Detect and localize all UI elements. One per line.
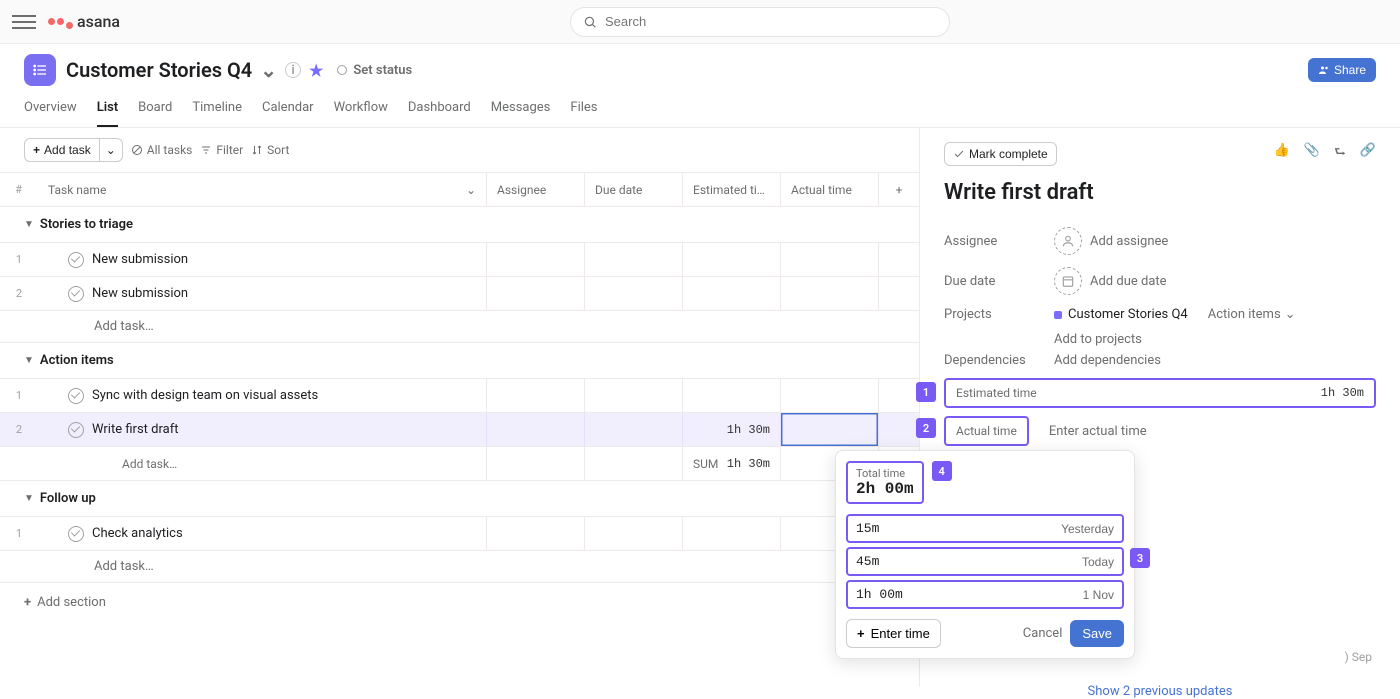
enter-actual-time-button[interactable]: Enter actual time	[1049, 424, 1147, 439]
share-button[interactable]: Share	[1308, 58, 1376, 82]
global-search[interactable]	[570, 7, 950, 37]
asana-logo[interactable]: asana	[48, 12, 120, 31]
complete-toggle-icon[interactable]	[68, 252, 84, 268]
annotation-3: 3	[1130, 548, 1150, 568]
project-section-dropdown[interactable]: Action items⌄	[1208, 307, 1296, 322]
tab-workflow[interactable]: Workflow	[334, 94, 388, 127]
caret-down-icon: ▼	[24, 219, 34, 230]
time-entry-popover: Total time 2h 00m 4 15m Yesterday 45m To…	[835, 450, 1135, 659]
project-icon	[24, 54, 56, 86]
menu-button[interactable]	[12, 10, 36, 34]
attachment-icon[interactable]: 📎	[1304, 143, 1320, 165]
estimated-time-field[interactable]: Estimated time 1h 30m	[944, 378, 1376, 408]
add-assignee-button[interactable]: Add assignee	[1054, 227, 1168, 255]
add-task-dropdown[interactable]: ⌄	[99, 138, 123, 162]
col-num: #	[0, 173, 28, 206]
add-due-date-button[interactable]: Add due date	[1054, 267, 1167, 295]
col-task-name: Task name	[48, 183, 106, 197]
tab-timeline[interactable]: Timeline	[192, 94, 242, 127]
add-task-inline[interactable]: Add task…	[28, 447, 487, 480]
annotation-4: 4	[932, 461, 952, 481]
task-row[interactable]: 1 Sync with design team on visual assets	[0, 379, 919, 413]
info-icon[interactable]: i	[285, 62, 301, 78]
all-tasks-filter[interactable]: All tasks	[131, 143, 193, 157]
section-header[interactable]: ▼ Follow up	[0, 481, 919, 517]
tab-board[interactable]: Board	[138, 94, 172, 127]
annotation-1: 1	[916, 382, 936, 402]
status-dot-icon	[337, 65, 347, 75]
calendar-icon	[1054, 267, 1082, 295]
link-icon[interactable]: 🔗	[1360, 143, 1376, 165]
tab-overview[interactable]: Overview	[24, 94, 77, 127]
list-icon	[32, 62, 48, 78]
filter-icon	[200, 144, 212, 156]
actual-time-field[interactable]: Actual time	[944, 416, 1029, 446]
add-task-inline[interactable]: Add task…	[0, 551, 919, 583]
time-entry-row[interactable]: 15m Yesterday	[846, 514, 1124, 543]
task-row[interactable]: 2 New submission	[0, 277, 919, 311]
check-icon	[953, 148, 965, 160]
complete-toggle-icon[interactable]	[68, 422, 84, 438]
col-due[interactable]: Due date	[585, 173, 683, 206]
save-button[interactable]: Save	[1070, 620, 1124, 647]
logo-text: asana	[77, 12, 120, 31]
chevron-down-icon[interactable]: ⌄	[466, 183, 476, 197]
star-icon[interactable]: ★	[309, 61, 323, 80]
tab-calendar[interactable]: Calendar	[262, 94, 314, 127]
mark-complete-button[interactable]: Mark complete	[944, 142, 1057, 166]
annotation-2: 2	[916, 418, 936, 438]
project-tabs: Overview List Board Timeline Calendar Wo…	[0, 86, 1400, 128]
col-estimated[interactable]: Estimated ti…	[683, 173, 781, 206]
time-entry-row[interactable]: 45m Today	[846, 547, 1124, 576]
people-icon	[1318, 64, 1330, 76]
set-status-button[interactable]: Set status	[337, 63, 412, 78]
project-chip[interactable]: Customer Stories Q4	[1054, 307, 1188, 322]
circle-slash-icon	[131, 144, 143, 156]
col-actual[interactable]: Actual time	[781, 173, 879, 206]
add-task-button[interactable]: +Add task ⌄	[24, 138, 123, 162]
chevron-down-icon: ⌄	[1285, 307, 1296, 322]
actual-time-cell-active[interactable]	[781, 413, 879, 446]
col-assignee[interactable]: Assignee	[487, 173, 585, 206]
complete-toggle-icon[interactable]	[68, 286, 84, 302]
add-to-projects-button[interactable]: Add to projects	[944, 332, 1376, 347]
tab-messages[interactable]: Messages	[491, 94, 551, 127]
tab-files[interactable]: Files	[570, 94, 597, 127]
tab-list[interactable]: List	[97, 94, 118, 127]
time-entry-row[interactable]: 1h 00m 1 Nov	[846, 580, 1124, 609]
project-title[interactable]: Customer Stories Q4	[66, 58, 252, 82]
add-task-inline[interactable]: Add task…	[0, 311, 919, 343]
task-row[interactable]: 1 Check analytics	[0, 517, 919, 551]
subtask-icon[interactable]: ⮑	[1334, 143, 1346, 165]
total-time-box: Total time 2h 00m	[846, 461, 924, 504]
add-section-button[interactable]: +Add section	[0, 583, 919, 622]
sort-icon	[251, 144, 263, 156]
person-icon	[1054, 227, 1082, 255]
task-row-selected[interactable]: 2 Write first draft 1h 30m	[0, 413, 919, 447]
show-previous-updates[interactable]: Show 2 previous updates	[944, 684, 1376, 699]
section-header[interactable]: ▼ Stories to triage	[0, 207, 919, 243]
task-title[interactable]: Write first draft	[944, 180, 1376, 205]
cancel-button[interactable]: Cancel	[1023, 626, 1063, 641]
filter-button[interactable]: Filter	[200, 143, 243, 157]
caret-down-icon: ▼	[24, 355, 34, 366]
sort-button[interactable]: Sort	[251, 143, 289, 157]
section-header[interactable]: ▼ Action items	[0, 343, 919, 379]
tab-dashboard[interactable]: Dashboard	[408, 94, 471, 127]
add-dependencies-button[interactable]: Add dependencies	[1054, 353, 1161, 368]
caret-down-icon: ▼	[24, 493, 34, 504]
complete-toggle-icon[interactable]	[68, 388, 84, 404]
search-input[interactable]	[605, 14, 937, 29]
like-icon[interactable]: 👍	[1274, 143, 1290, 165]
section-sum-row: Add task… SUM1h 30m	[0, 447, 919, 481]
chevron-down-icon[interactable]: ⌄	[260, 58, 277, 82]
search-icon	[583, 15, 597, 29]
enter-time-button[interactable]: +Enter time	[846, 619, 941, 648]
task-row[interactable]: 1 New submission	[0, 243, 919, 277]
complete-toggle-icon[interactable]	[68, 526, 84, 542]
add-column-button[interactable]: +	[879, 173, 919, 206]
